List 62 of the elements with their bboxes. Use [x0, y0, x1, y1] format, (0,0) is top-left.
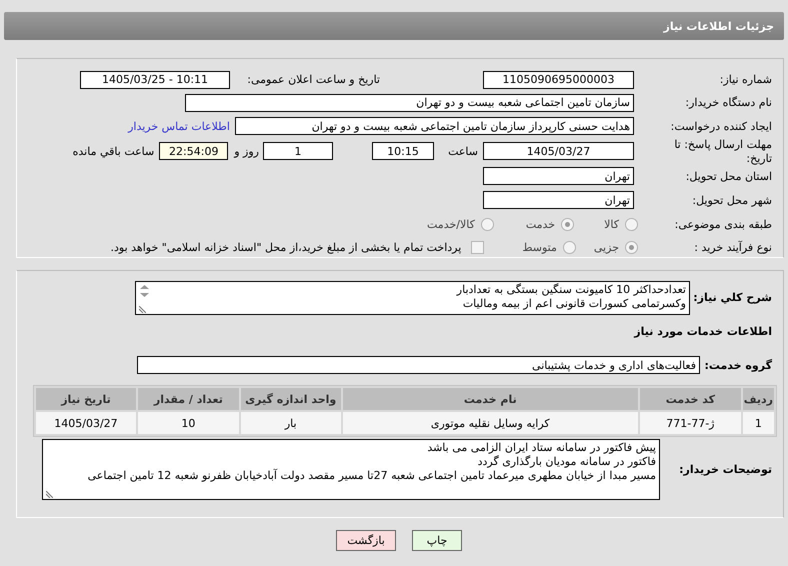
field-label: شماره نیاز:: [718, 73, 772, 86]
countdown-field: 22:54:09: [159, 142, 228, 160]
table-cell: بار: [240, 412, 341, 434]
input-field: هدایت حسنی کارپرداز سازمان تامین اجتماعی شعبه بیست و دو تهران: [235, 117, 634, 135]
input-field: تهران: [483, 167, 634, 185]
input-field: 1105090695000003: [483, 70, 634, 88]
table-cell: کرایه وسایل نقلیه موتوری: [342, 412, 638, 434]
field-label: روز و: [234, 144, 259, 158]
table-cell: 1: [742, 412, 774, 434]
text-area[interactable]: تعدادحداکثر 10 کامیونت سنگین بستگی به تعدادبار وکسرتمامی کسورات قانونی اعم از بیمه ومالیات: [135, 281, 690, 315]
field-label: مهلت ارسال پاسخ: تا تاریخ:: [673, 138, 772, 166]
back-button[interactable]: بازگشت: [336, 530, 396, 551]
field-label: طبقه بندی موضوعی:: [674, 218, 772, 230]
option-label: کالا/خدمت: [427, 218, 475, 230]
field-label: شهر محل تحویل:: [691, 194, 772, 206]
option-label: خدمت: [526, 218, 556, 230]
option-label: کالا: [604, 218, 619, 230]
radio-button[interactable]: [625, 218, 638, 230]
input-field: سازمان تامین اجتماعی شعبه بیست و دو تهران: [185, 94, 634, 112]
resize-grip-icon: [46, 491, 53, 498]
checkbox-label: پرداخت تمام یا بخشی از مبلغ خرید،از محل "اسناد خزانه اسلامی" خواهد بود.: [110, 240, 462, 254]
field-label: استان محل تحویل:: [684, 170, 772, 182]
table-cell: 10: [138, 412, 239, 434]
table-cell: 1405/03/27: [36, 412, 136, 434]
field-label: گروه خدمت:: [706, 358, 772, 372]
resize-grip-icon: [139, 306, 146, 313]
input-field: فعالیت‌های اداری و خدمات پشتیبانی: [137, 356, 700, 374]
input-field: 1: [263, 142, 333, 160]
checkbox[interactable]: [471, 240, 484, 254]
description-text: تعدادحداکثر 10 کامیونت سنگین بستگی به تعدادبار وکسرتمامی کسورات قانونی اعم از بیمه ومالیات: [455, 283, 686, 311]
option-label: متوسط: [522, 240, 557, 254]
contact-link[interactable]: اطلاعات تماس خریدار: [128, 120, 230, 132]
field-label: ساعت: [447, 144, 478, 158]
column-header: ردیف: [742, 388, 774, 410]
radio-button[interactable]: [480, 218, 494, 230]
column-header: کد خدمت: [640, 388, 741, 410]
page-title: جزئیات اطلاعات نیاز: [664, 20, 774, 32]
column-header: تاریخ نیاز: [36, 388, 136, 410]
column-header: نام خدمت: [342, 388, 638, 410]
input-field: 10:15: [372, 142, 434, 160]
field-label: ساعت باقي مانده: [72, 144, 154, 158]
field-label: نوع فرآیند خرید :: [693, 240, 772, 254]
field-label: تاریخ و ساعت اعلان عمومی:: [246, 73, 380, 86]
input-field: 1405/03/27: [483, 142, 634, 160]
radio-button[interactable]: [625, 240, 638, 254]
text-area[interactable]: پیش فاکتور در سامانه ستاد ایران الزامی می باشد فاکتور در سامانه مودیان بارگذاری گردد مسیر مبدا از خیابان مطهری میرعماد تامین اجتماعی شعبه 27تا مسیر مقصد دولت آبادخیابان ظفرنو شعبه 12 تامین اجتماعی: [42, 439, 660, 500]
scroll-arrows-icon: [139, 284, 150, 298]
radio-button[interactable]: [562, 240, 576, 254]
option-label: جزیی: [594, 240, 619, 254]
input-field: 1405/03/25 - 10:11: [80, 70, 230, 88]
field-label: توضیحات خریدار:: [678, 463, 772, 476]
field-label: ایجاد کننده درخواست:: [670, 120, 772, 132]
radio-button[interactable]: [561, 218, 574, 230]
input-field: تهران: [483, 191, 634, 209]
print-button[interactable]: چاپ: [412, 530, 462, 551]
notes-text: پیش فاکتور در سامانه ستاد ایران الزامی می باشد فاکتور در سامانه مودیان بارگذاری گردد مسیر مبدا از خیابان مطهری میرعماد تامین اجتماعی شعبه 27تا مسیر مقصد دولت آبادخیابان ظفرنو شعبه 12 تامین اجتماعی: [86, 441, 656, 483]
field-label: نام دستگاه خریدار:: [684, 96, 772, 109]
table-cell: ژ-77-771: [640, 412, 741, 434]
column-header: واحد اندازه گیری: [240, 388, 341, 410]
column-header: تعداد / مقدار: [138, 388, 239, 410]
section-title: اطلاعات خدمات مورد نیاز: [634, 324, 772, 338]
field-label: شرح کلي نیاز:: [696, 291, 772, 304]
